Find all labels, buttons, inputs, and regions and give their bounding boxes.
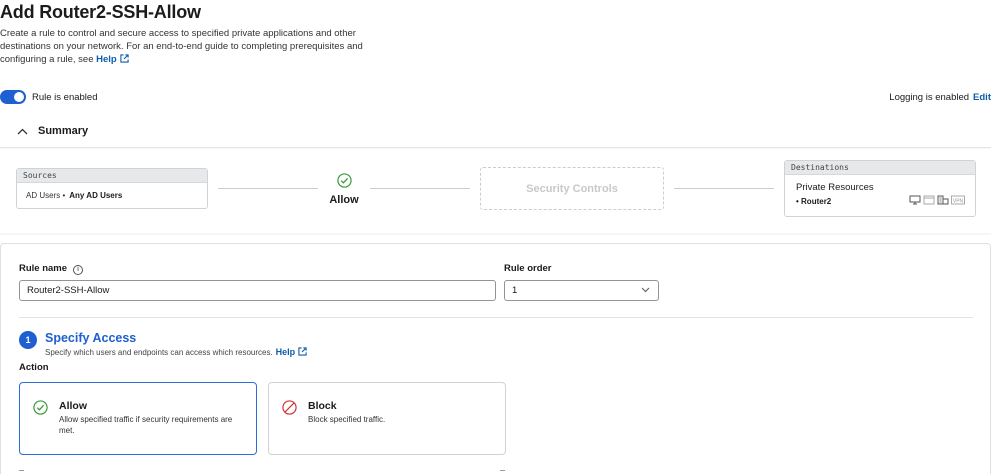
step-number-badge: 1 <box>19 331 37 349</box>
destination-icons: VPN <box>909 195 965 205</box>
chevron-down-icon <box>641 287 650 293</box>
external-link-icon <box>298 347 307 356</box>
summary-action-label: Allow <box>329 194 359 206</box>
block-icon <box>282 400 297 415</box>
flow-connector <box>218 188 318 189</box>
destinations-header: Destinations <box>785 161 975 175</box>
help-link[interactable]: Help <box>96 54 129 65</box>
allow-option-card[interactable]: Allow Allow specified traffic if securit… <box>19 382 257 455</box>
rule-order-select[interactable]: 1 <box>504 280 659 301</box>
building-icon <box>937 195 949 205</box>
description-text: Create a rule to control and secure acce… <box>0 28 363 65</box>
sources-box: Sources AD Users • Any AD Users <box>16 168 208 209</box>
section-divider <box>19 317 973 318</box>
allow-option-description: Allow specified traffic if security requ… <box>59 415 233 435</box>
summary-header[interactable]: Summary <box>0 115 991 148</box>
svg-text:VPN: VPN <box>953 198 964 204</box>
help-link[interactable]: Help <box>276 347 308 357</box>
vpn-icon: VPN <box>951 195 965 205</box>
field-stub <box>500 470 505 474</box>
security-controls-placeholder: Security Controls <box>480 167 664 210</box>
external-link-icon <box>120 54 129 63</box>
chevron-up-icon[interactable] <box>17 128 28 135</box>
sources-header: Sources <box>17 169 207 183</box>
specify-access-subtitle: Specify which users and endpoints can ac… <box>45 347 307 357</box>
logging-edit-link[interactable]: Edit <box>973 92 991 103</box>
destination-type: Private Resources <box>796 182 874 193</box>
summary-title: Summary <box>38 125 89 137</box>
page-title: Add Router2-SSH-Allow <box>0 2 201 22</box>
sources-content: AD Users • Any AD Users <box>26 191 123 200</box>
destinations-box: Destinations Private Resources • Router2… <box>784 160 976 217</box>
rule-order-label: Rule order <box>504 263 552 274</box>
rule-enabled-toggle[interactable] <box>0 90 26 104</box>
action-label: Action <box>19 362 49 373</box>
page-description: Create a rule to control and secure acce… <box>0 27 390 66</box>
logging-text: Logging is enabled <box>889 92 970 103</box>
monitor-icon <box>909 195 921 205</box>
flow-connector <box>674 188 774 189</box>
flow-connector <box>370 188 470 189</box>
source-value: Any AD Users <box>69 191 123 200</box>
field-stub <box>19 470 24 474</box>
block-option-card[interactable]: Block Block specified traffic. <box>268 382 506 455</box>
window-icon <box>923 195 935 205</box>
summary-action: Allow <box>322 173 366 206</box>
allow-option-title: Allow <box>59 400 87 412</box>
specify-access-title: Specify Access <box>45 331 137 345</box>
rule-status-row: Rule is enabled <box>0 90 98 104</box>
block-option-title: Block <box>308 400 337 412</box>
info-icon[interactable]: i <box>73 265 84 275</box>
check-circle-icon <box>33 400 48 415</box>
rule-name-label: Rule name i <box>19 263 84 275</box>
rule-enabled-label: Rule is enabled <box>32 91 98 103</box>
rule-order-value: 1 <box>512 285 518 296</box>
source-type: AD Users <box>26 191 61 200</box>
block-option-description: Block specified traffic. <box>308 415 386 424</box>
logging-status: Logging is enabled Edit <box>889 92 991 103</box>
check-circle-icon <box>336 173 352 188</box>
rule-name-input[interactable]: Router2-SSH-Allow <box>19 280 496 301</box>
